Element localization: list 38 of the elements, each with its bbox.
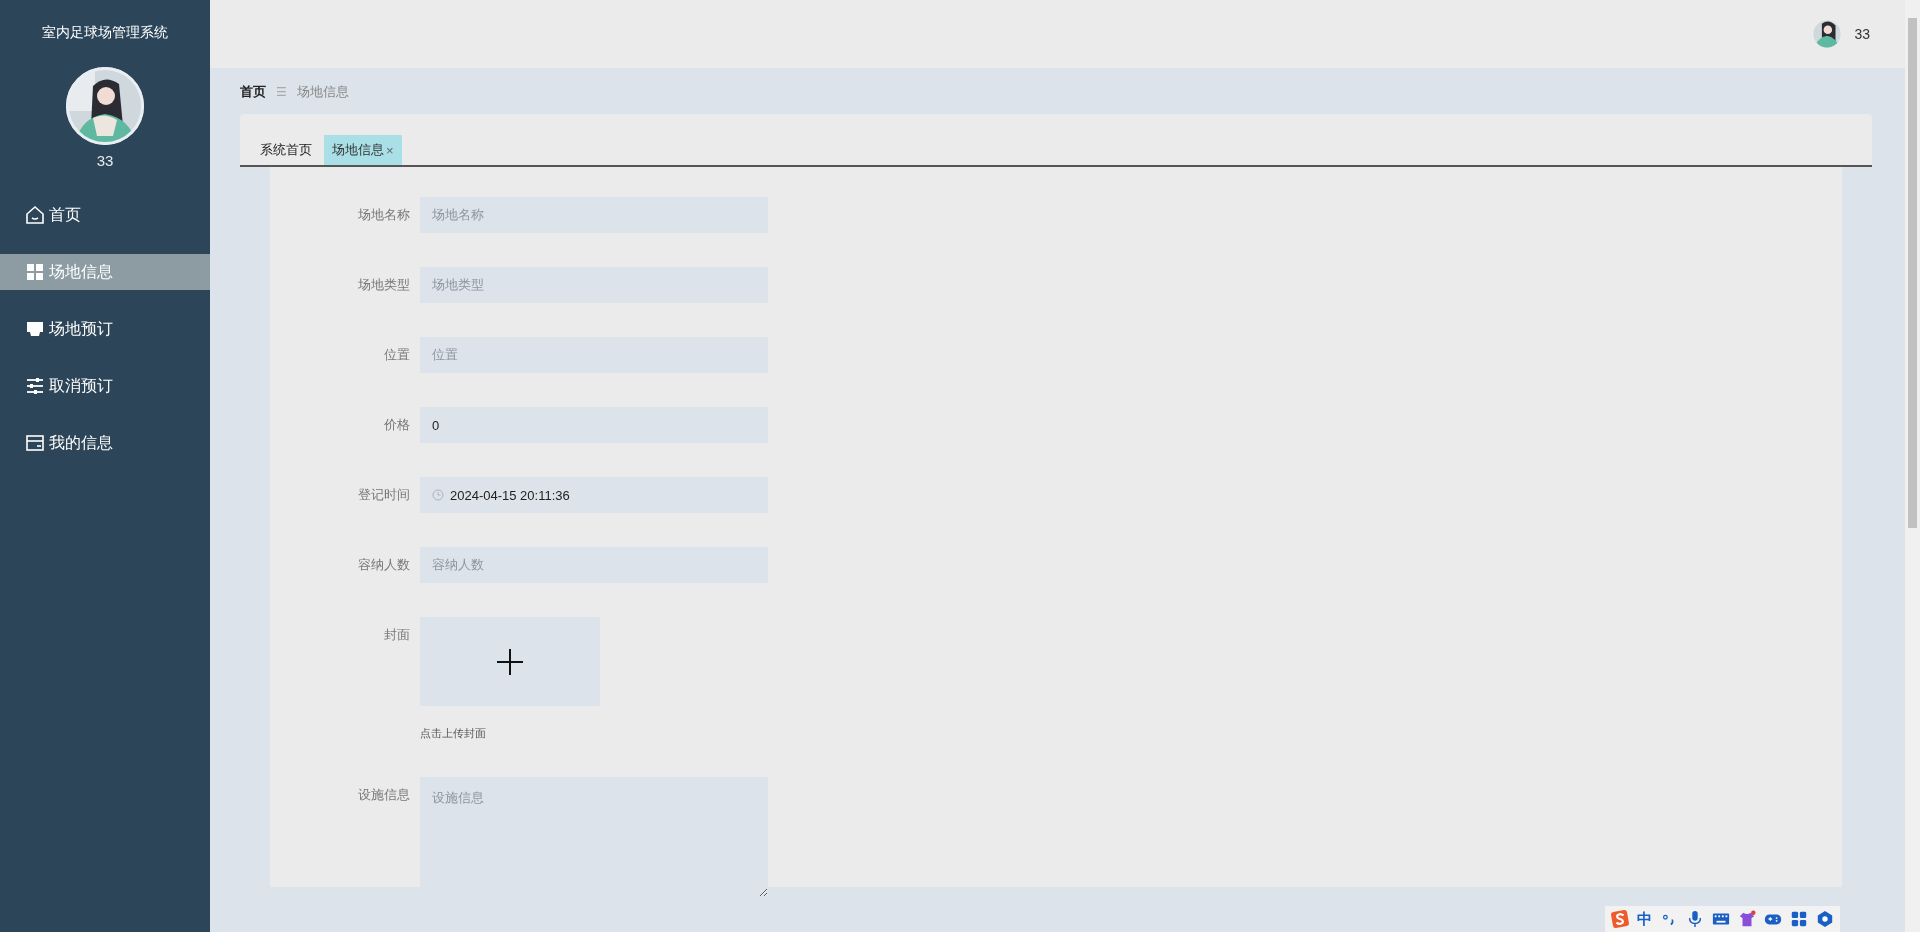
logo-icon[interactable] [1611, 910, 1629, 928]
field-label: 价格 [383, 416, 411, 434]
field-label: 登记时间 [357, 486, 411, 504]
breadcrumb-current: 场地信息 [296, 83, 349, 101]
field-label: 场地名称 [357, 206, 411, 224]
field-label: 封面 [383, 626, 411, 644]
home-icon [25, 205, 45, 225]
user-name: 33 [96, 152, 114, 169]
sliders-icon [25, 376, 45, 396]
shirt-icon[interactable] [1738, 910, 1756, 928]
field-label: 位置 [383, 346, 411, 364]
upload-hint: 点击上传封面 [420, 726, 487, 741]
menu-item[interactable]: 取消预订 [0, 368, 210, 404]
user-name: 33 [1854, 26, 1870, 42]
input-mode-toggle[interactable]: 中 [1637, 909, 1652, 929]
app-title: 室内足球场管理系统 [42, 24, 168, 42]
field-label: 场地类型 [357, 276, 411, 294]
tray-icon [25, 319, 45, 339]
field-label: 容纳人数 [357, 556, 411, 574]
date-field[interactable]: 2024-04-15 20:11:36 [420, 477, 768, 513]
tab[interactable]: 场地信息× [324, 135, 402, 165]
breadcrumb-separator: ☰ [276, 85, 287, 99]
card-icon [25, 433, 45, 453]
text-area[interactable]: 设施信息 [420, 777, 768, 897]
menu-item[interactable]: 场地预订 [0, 311, 210, 347]
breadcrumb-link[interactable]: 首页 [240, 83, 266, 101]
grid-icon [25, 262, 45, 282]
input-field[interactable]: 0 [420, 407, 768, 443]
microphone-icon[interactable] [1686, 910, 1704, 928]
scrollbar[interactable] [1905, 0, 1920, 932]
clock-icon [432, 489, 444, 501]
grid-icon[interactable] [1790, 910, 1808, 928]
menu-item[interactable]: 首页 [0, 197, 210, 233]
field-label: 设施信息 [357, 786, 411, 804]
tab[interactable]: 系统首页 [252, 135, 320, 165]
close-icon[interactable]: × [386, 142, 394, 158]
menu-item[interactable]: 我的信息 [0, 425, 210, 461]
plus-icon [496, 647, 524, 676]
